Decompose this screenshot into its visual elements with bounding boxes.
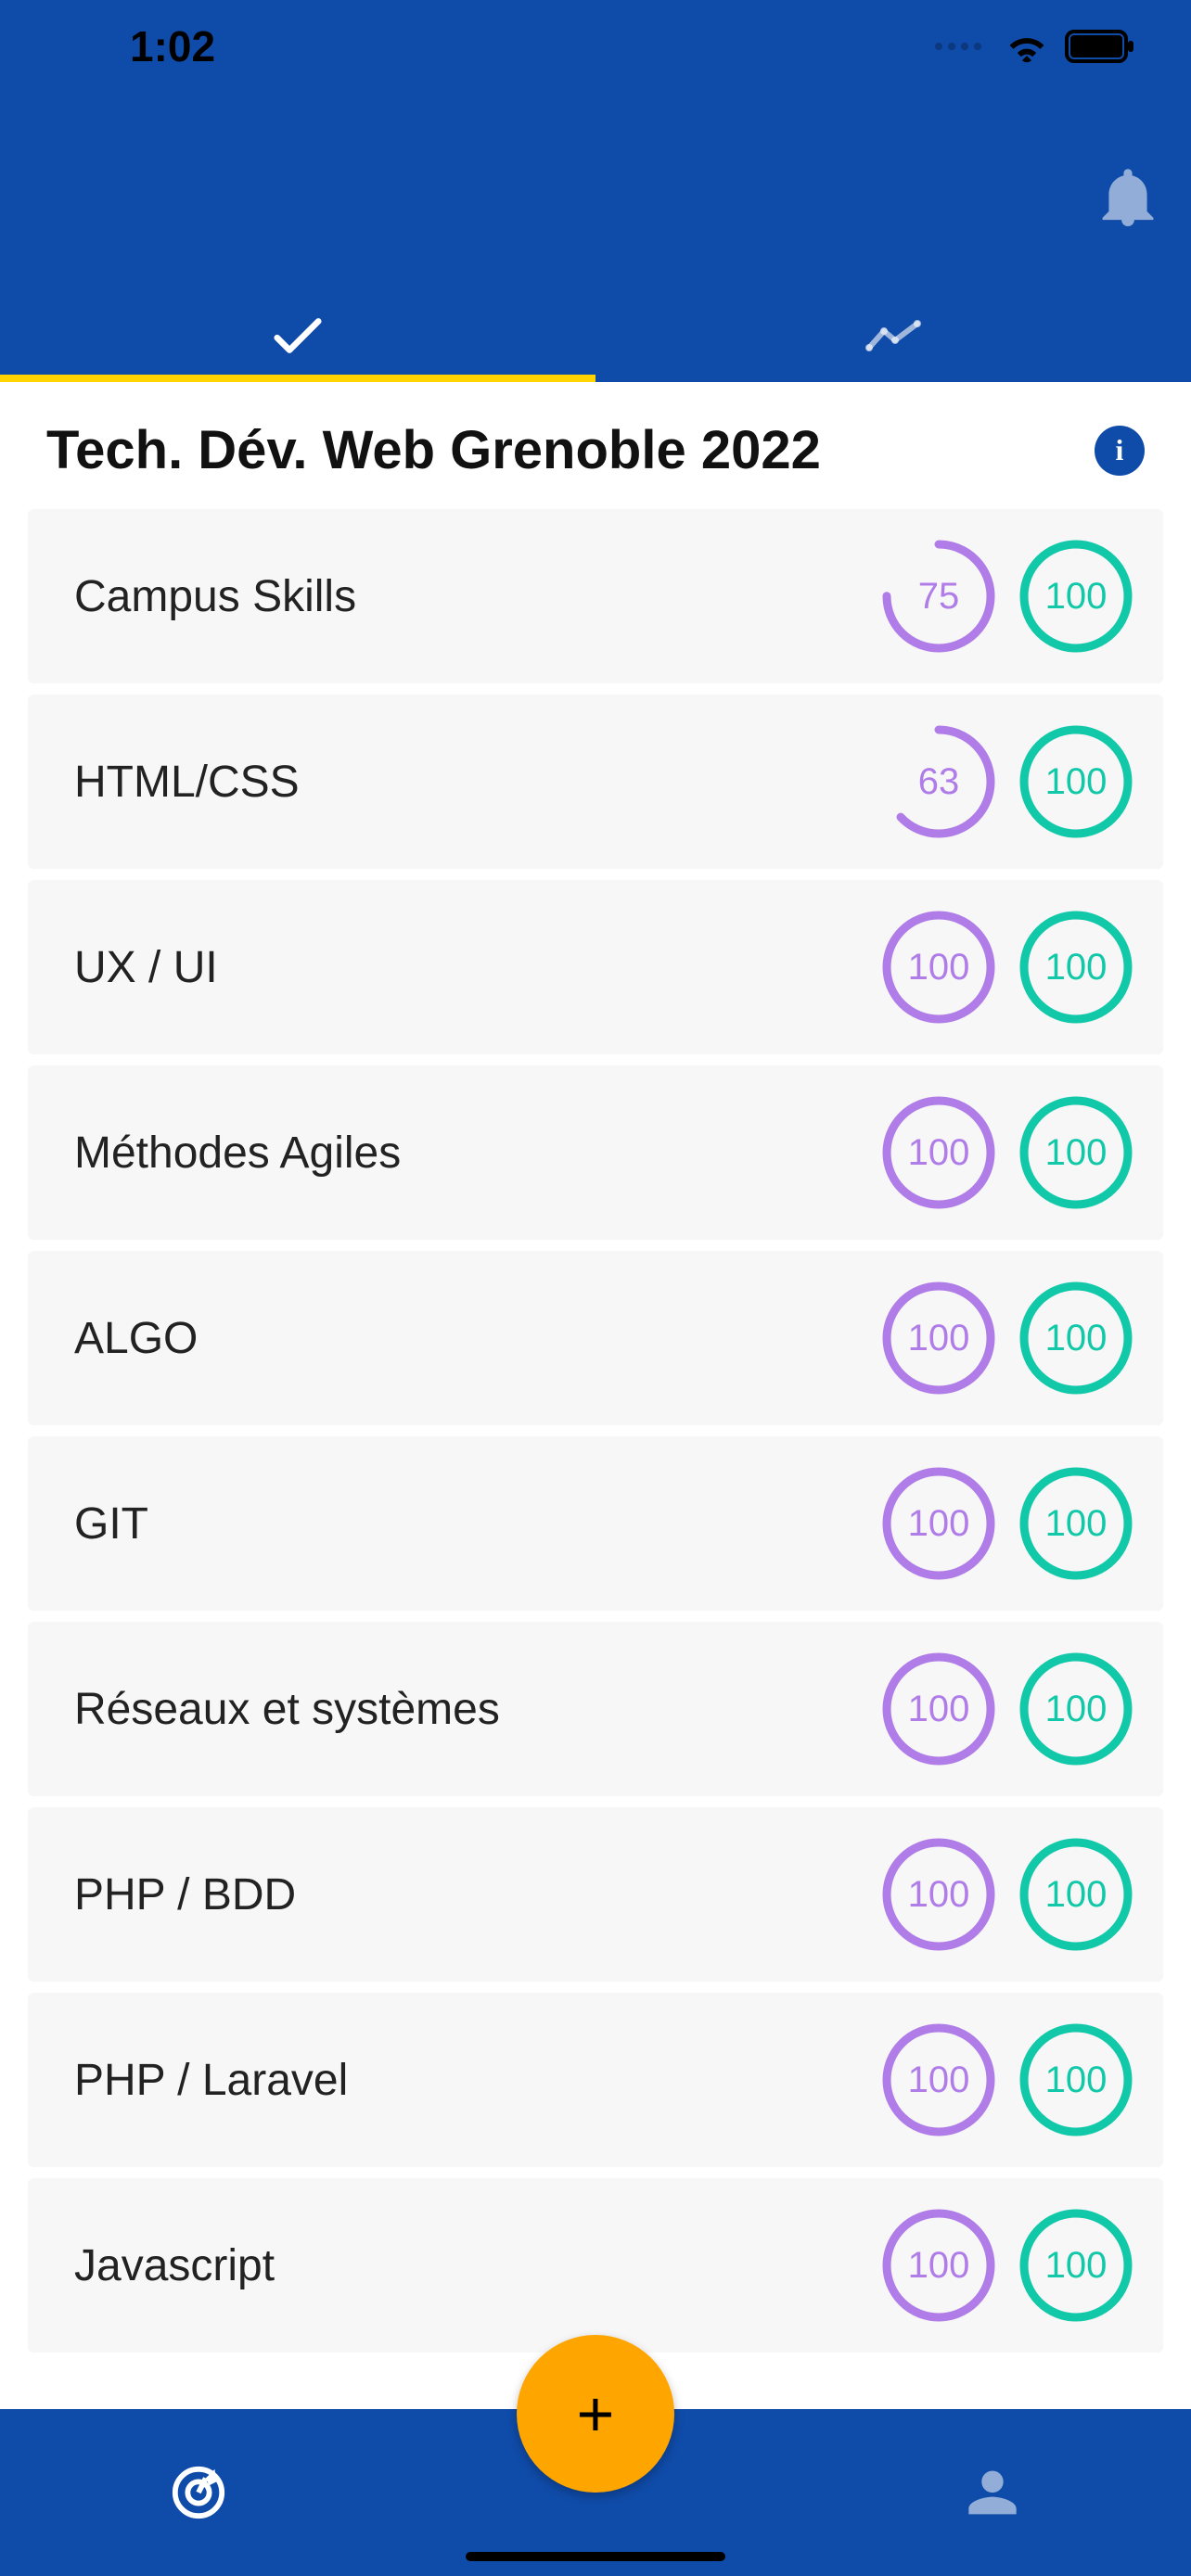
progress-ring: 100 [1017,722,1135,841]
skill-scores: 100 100 [879,1650,1135,1768]
top-tabs [0,289,1191,382]
progress-value: 75 [879,537,998,656]
progress-ring: 100 [879,2021,998,2139]
progress-value: 100 [879,2206,998,2325]
status-time: 1:02 [130,21,215,71]
skill-label: PHP / BDD [74,1869,296,1920]
skill-scores: 100 100 [879,1279,1135,1397]
progress-value: 100 [1017,908,1135,1027]
skill-label: Campus Skills [74,571,356,622]
skill-row[interactable]: GIT 100 100 [28,1436,1163,1611]
progress-value: 100 [1017,1093,1135,1212]
skill-label: Réseaux et systèmes [74,1684,500,1735]
progress-value: 100 [879,1464,998,1583]
progress-value: 100 [879,1835,998,1954]
progress-value: 100 [1017,722,1135,841]
skill-list: Campus Skills 75 100 HTML/CSS [0,509,1191,2353]
skill-row[interactable]: UX / UI 100 100 [28,880,1163,1054]
skill-row[interactable]: PHP / Laravel 100 100 [28,1993,1163,2167]
progress-ring: 100 [1017,2206,1135,2325]
progress-value: 63 [879,722,998,841]
skill-scores: 100 100 [879,908,1135,1027]
progress-value: 100 [1017,1835,1135,1954]
tab-validated[interactable] [0,289,596,382]
info-button[interactable]: i [1095,426,1145,476]
progress-ring: 100 [1017,1464,1135,1583]
plus-icon: + [577,2381,615,2446]
skill-scores: 63 100 [879,722,1135,841]
progress-value: 100 [1017,1464,1135,1583]
progress-ring: 75 [879,537,998,656]
progress-value: 100 [879,1650,998,1768]
status-bar: 1:02 [0,0,1191,93]
nav-goals[interactable] [0,2464,397,2521]
skill-label: UX / UI [74,942,218,993]
skill-label: GIT [74,1498,148,1549]
progress-ring: 100 [1017,1279,1135,1397]
skill-scores: 100 100 [879,1093,1135,1212]
tab-analytics[interactable] [596,289,1191,382]
progress-ring: 100 [879,1650,998,1768]
skill-row[interactable]: ALGO 100 100 [28,1251,1163,1425]
chart-line-icon [865,320,921,351]
skill-label: HTML/CSS [74,757,300,808]
progress-ring: 100 [879,1464,998,1583]
skill-scores: 75 100 [879,537,1135,656]
person-icon [967,2467,1018,2519]
skill-row[interactable]: HTML/CSS 63 100 [28,695,1163,869]
progress-ring: 100 [879,2206,998,2325]
progress-value: 100 [879,908,998,1027]
progress-ring: 100 [879,1279,998,1397]
page-title: Tech. Dév. Web Grenoble 2022 [46,419,821,481]
skill-row[interactable]: Campus Skills 75 100 [28,509,1163,683]
skill-scores: 100 100 [879,1464,1135,1583]
skill-scores: 100 100 [879,2206,1135,2325]
target-icon [170,2464,227,2521]
status-icons [935,30,1135,63]
check-icon [273,317,323,354]
progress-ring: 100 [879,908,998,1027]
progress-value: 100 [1017,2021,1135,2139]
home-indicator [466,2552,725,2561]
progress-ring: 63 [879,722,998,841]
progress-ring: 100 [879,1093,998,1212]
progress-value: 100 [879,1093,998,1212]
progress-ring: 100 [1017,1093,1135,1212]
skill-row[interactable]: Réseaux et systèmes 100 100 [28,1622,1163,1796]
progress-ring: 100 [1017,537,1135,656]
skill-label: ALGO [74,1313,198,1364]
wifi-icon [1005,30,1048,63]
nav-profile[interactable] [794,2467,1191,2519]
skill-label: PHP / Laravel [74,2055,348,2106]
progress-ring: 100 [1017,1650,1135,1768]
skill-row[interactable]: Méthodes Agiles 100 100 [28,1065,1163,1240]
app-header [0,93,1191,382]
progress-value: 100 [1017,1650,1135,1768]
skill-scores: 100 100 [879,1835,1135,1954]
progress-ring: 100 [1017,2021,1135,2139]
skill-label: Méthodes Agiles [74,1128,401,1179]
progress-value: 100 [1017,1279,1135,1397]
progress-ring: 100 [1017,908,1135,1027]
progress-value: 100 [879,1279,998,1397]
page-title-row: Tech. Dév. Web Grenoble 2022 i [0,382,1191,509]
progress-ring: 100 [879,1835,998,1954]
progress-ring: 100 [1017,1835,1135,1954]
skill-scores: 100 100 [879,2021,1135,2139]
skill-label: Javascript [74,2240,275,2291]
notifications-icon[interactable] [1102,167,1154,231]
skill-row[interactable]: Javascript 100 100 [28,2178,1163,2353]
progress-value: 100 [1017,537,1135,656]
progress-value: 100 [1017,2206,1135,2325]
signal-dots-icon [935,43,981,50]
battery-icon [1065,30,1135,63]
progress-value: 100 [879,2021,998,2139]
skill-row[interactable]: PHP / BDD 100 100 [28,1807,1163,1982]
add-button[interactable]: + [517,2335,674,2493]
